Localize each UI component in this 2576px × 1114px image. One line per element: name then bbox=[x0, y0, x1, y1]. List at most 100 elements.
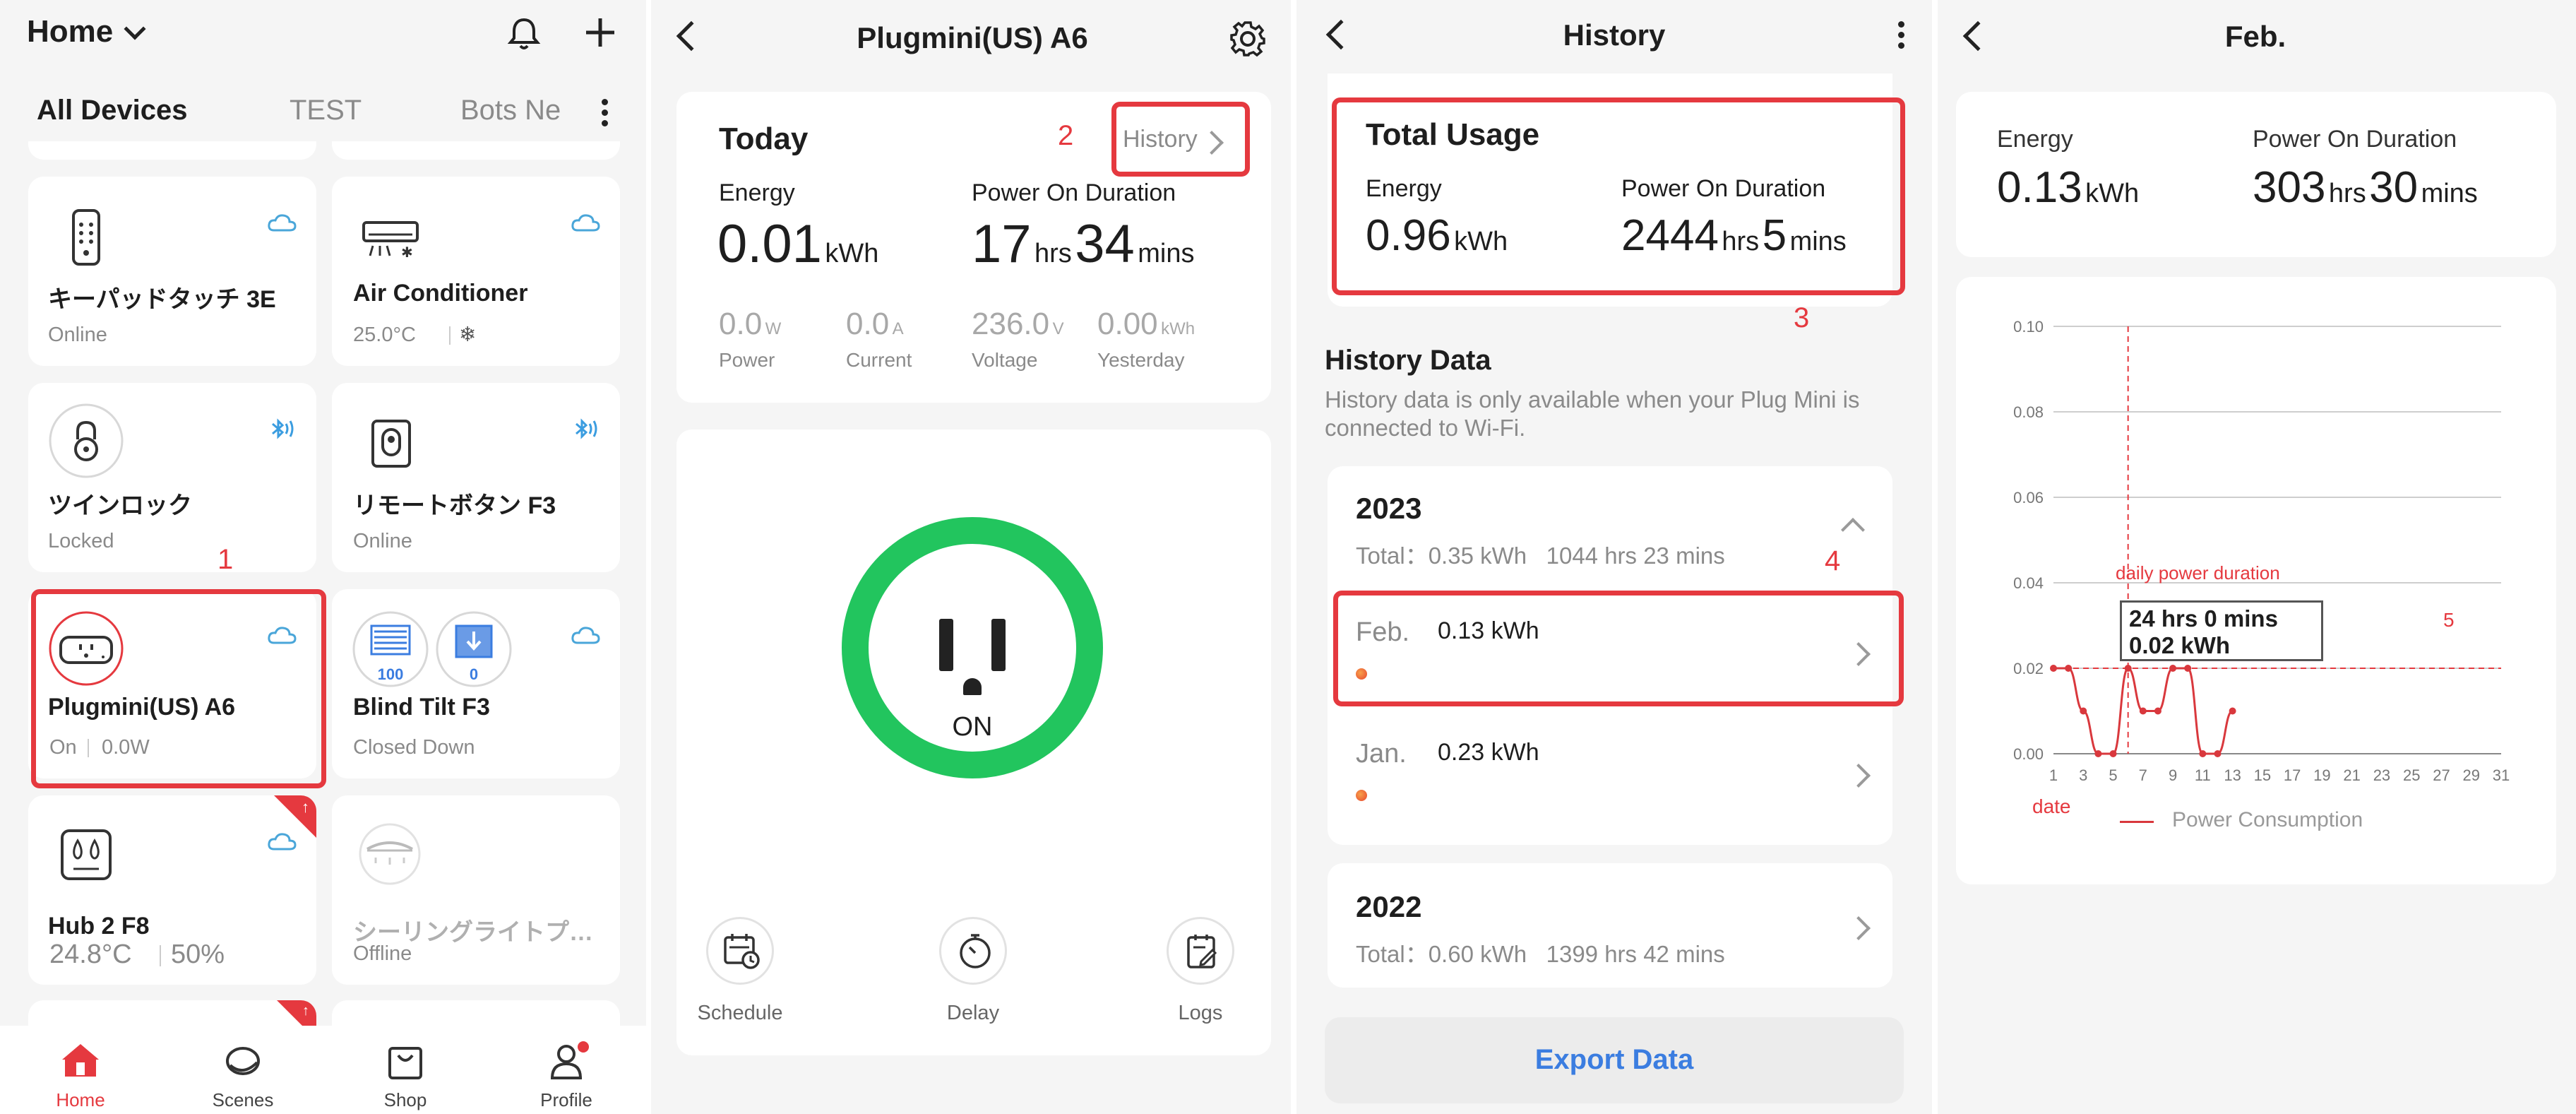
gear-icon[interactable] bbox=[1229, 20, 1267, 58]
more-icon[interactable] bbox=[602, 99, 609, 129]
device-name: ツインロック bbox=[48, 492, 192, 519]
device-card-hub2[interactable]: ↑ Hub 2 F8 24.8°C 50% bbox=[28, 795, 316, 985]
more-icon[interactable] bbox=[1898, 21, 1905, 51]
energy-value-group: 0.01 kWh bbox=[717, 213, 878, 275]
chevron-down-icon[interactable] bbox=[124, 18, 146, 40]
nav-shop[interactable]: Shop bbox=[364, 1026, 446, 1114]
duration-value-group: 17 hrs 34 mins bbox=[972, 213, 1194, 275]
metric-value: 0.00 bbox=[1097, 307, 1158, 341]
device-card-ceiling-light[interactable]: シーリングライトプ… Offline bbox=[332, 795, 620, 985]
x-tick-label: 17 bbox=[2284, 766, 2301, 784]
device-detail-panel: Plugmini(US) A6 Today 2 History Energy 0… bbox=[651, 0, 1291, 1114]
outlet-slot-right bbox=[991, 619, 1006, 671]
annotation-2: 2 bbox=[1058, 120, 1074, 151]
nav-label: Scenes bbox=[212, 1089, 274, 1110]
device-status: Online bbox=[353, 530, 412, 552]
data-point bbox=[2080, 707, 2087, 715]
keypad-icon bbox=[72, 209, 100, 266]
back-icon[interactable] bbox=[676, 20, 707, 52]
month-row-jan[interactable]: Jan. 0.23 kWh bbox=[1328, 718, 1892, 838]
outlet-ground bbox=[963, 678, 982, 695]
energy-value: 0.01 bbox=[717, 214, 822, 274]
device-name: キーパッドタッチ 3E bbox=[48, 286, 276, 313]
delay-circle bbox=[939, 917, 1007, 985]
hub-icon bbox=[61, 829, 112, 880]
duration-mins: 30 bbox=[2369, 163, 2419, 212]
page-title: History bbox=[1563, 18, 1666, 52]
metric-label: Yesterday bbox=[1097, 349, 1185, 371]
chevron-right-icon bbox=[1847, 916, 1871, 940]
year-2022-row[interactable]: 2022 Total：0.60 kWh 1399 hrs 42 mins bbox=[1328, 863, 1892, 988]
data-point bbox=[2154, 707, 2161, 715]
duration-mins: 5 bbox=[1762, 211, 1787, 260]
bell-icon[interactable] bbox=[506, 16, 542, 52]
y-tick-label: 0.10 bbox=[2013, 318, 2044, 336]
back-icon[interactable] bbox=[1325, 19, 1356, 50]
highlight-box-2 bbox=[1111, 102, 1250, 177]
tab-bots[interactable]: Bots Ne bbox=[460, 95, 566, 126]
nav-scenes[interactable]: Scenes bbox=[202, 1026, 284, 1114]
y-tick-label: 0.08 bbox=[2013, 403, 2044, 421]
history-panel: History Total Usage Energy 0.96 kWh Powe… bbox=[1296, 0, 1932, 1114]
annotation-1: 1 bbox=[217, 544, 234, 575]
duration-mins: 34 bbox=[1075, 214, 1135, 274]
cloud-icon bbox=[571, 627, 600, 644]
x-tick-label: 21 bbox=[2343, 766, 2360, 784]
nav-label: Home bbox=[56, 1089, 105, 1110]
month-value: 0.23 kWh bbox=[1438, 739, 1539, 766]
device-status: Closed Down bbox=[353, 736, 475, 759]
year-label: 2023 bbox=[1356, 492, 1422, 525]
metric-yesterday: 0.00 kWh Yesterday bbox=[1097, 307, 1195, 372]
x-tick-label: 31 bbox=[2493, 766, 2510, 784]
duration-label: Power On Duration bbox=[1621, 175, 1826, 202]
profile-icon bbox=[550, 1041, 589, 1079]
energy-unit: kWh bbox=[825, 239, 879, 268]
x-tick-label: 13 bbox=[2224, 766, 2241, 784]
x-tick-label: 5 bbox=[2109, 766, 2117, 784]
device-card-twin-lock[interactable]: ツインロック Locked bbox=[28, 383, 316, 572]
home-title[interactable]: Home bbox=[27, 14, 113, 49]
power-toggle[interactable]: ON bbox=[842, 517, 1103, 778]
cloud-icon bbox=[571, 214, 600, 232]
x-tick-label: 29 bbox=[2462, 766, 2479, 784]
device-card-blind-tilt[interactable]: 100 0 Blind Tilt F3 Closed Down bbox=[332, 589, 620, 778]
tab-all-devices[interactable]: All Devices bbox=[37, 95, 187, 126]
export-data-button[interactable]: Export Data bbox=[1325, 1017, 1904, 1103]
duration-hrs: 303 bbox=[2253, 163, 2326, 212]
today-card: Today 2 History Energy 0.01 kWh Power On… bbox=[676, 92, 1271, 403]
today-label: Today bbox=[719, 122, 809, 156]
nav-label: Shop bbox=[383, 1089, 427, 1110]
chart-tooltip: 24 hrs 0 mins 0.02 kWh bbox=[2120, 600, 2323, 661]
bluetooth-icon bbox=[272, 418, 294, 439]
y-tick-label: 0.04 bbox=[2013, 574, 2044, 592]
data-point bbox=[2199, 750, 2207, 757]
duration-hrs: 17 bbox=[972, 214, 1032, 274]
hrs-unit: hrs bbox=[1722, 227, 1760, 256]
device-card-air-conditioner[interactable]: ✱ Air Conditioner 25.0°C ❄ bbox=[332, 177, 620, 366]
device-name: Air Conditioner bbox=[353, 280, 528, 307]
device-name: Hub 2 F8 bbox=[48, 913, 150, 940]
nav-profile[interactable]: Profile bbox=[525, 1026, 607, 1114]
bluetooth-icon bbox=[576, 418, 597, 439]
tab-test[interactable]: TEST bbox=[290, 95, 362, 126]
chevron-up-icon[interactable] bbox=[1841, 518, 1865, 542]
device-humidity: 50% bbox=[171, 940, 225, 969]
annotation-daily-power: daily power duration bbox=[2116, 562, 2280, 583]
device-card-partial bbox=[332, 141, 620, 160]
data-point bbox=[2139, 707, 2147, 715]
device-card-keypad[interactable]: キーパッドタッチ 3E Online bbox=[28, 177, 316, 366]
x-tick-label: 19 bbox=[2313, 766, 2330, 784]
schedule-circle bbox=[706, 917, 774, 985]
back-icon[interactable] bbox=[1962, 20, 1993, 52]
nav-home[interactable]: Home bbox=[40, 1026, 121, 1114]
devices-panel: Home All Devices TEST Bots Ne キーパッドタッチ 3… bbox=[0, 0, 646, 1114]
add-icon[interactable] bbox=[583, 16, 617, 49]
x-tick-label: 3 bbox=[2079, 766, 2087, 784]
data-point bbox=[2050, 665, 2057, 672]
device-card-remote-button[interactable]: リモートボタン F3 Online bbox=[332, 383, 620, 572]
cloud-icon bbox=[268, 833, 297, 851]
blind-badge-1: 100 bbox=[377, 665, 404, 683]
year-total: Total：0.35 kWh 1044 hrs 23 mins bbox=[1356, 543, 1725, 569]
device-status: 25.0°C bbox=[353, 324, 416, 346]
nav-label: Profile bbox=[540, 1089, 592, 1110]
